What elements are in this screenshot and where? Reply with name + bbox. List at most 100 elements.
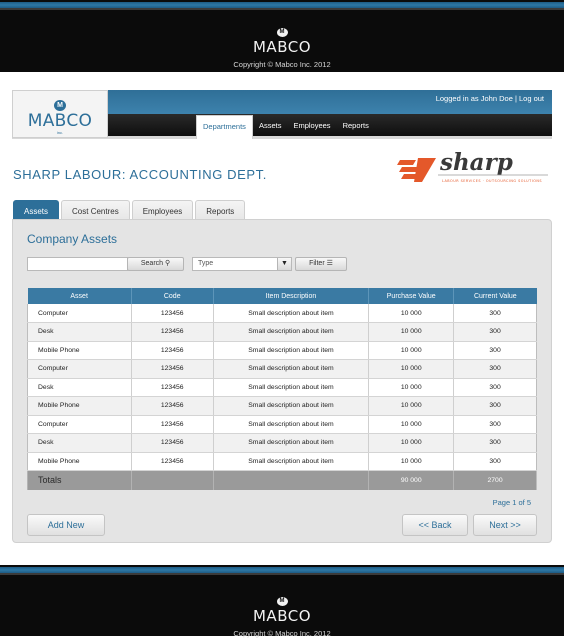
type-select-value: Type <box>198 260 214 267</box>
table-row[interactable]: Computer 123456 Small description about … <box>27 359 537 379</box>
column-header-asset[interactable]: Asset <box>27 288 132 304</box>
page-title: SHARP LABOUR: ACCOUNTING DEPT. <box>13 167 267 182</box>
cell-description: Small description about item <box>212 415 369 434</box>
sharp-brand-logo: sharp LABOUR SERVICES · OUTSOURCING SOLU… <box>397 149 548 183</box>
cell-description: Small description about item <box>212 378 369 397</box>
next-button[interactable]: Next >> <box>473 514 537 536</box>
cell-asset: Desk <box>27 322 132 342</box>
logo-text: MABCO <box>27 111 93 131</box>
table-row[interactable]: Desk 123456 Small description about item… <box>27 378 537 397</box>
mabco-badge-icon: M <box>276 597 288 606</box>
footer-logo: MABCO <box>252 38 311 56</box>
type-select[interactable]: Type ▼ <box>192 257 292 271</box>
totals-row: Totals 90 000 2700 <box>27 470 537 490</box>
cell-current-value: 300 <box>453 452 537 471</box>
cell-current-value: 300 <box>453 433 537 453</box>
totals-current-value: 2700 <box>453 470 537 490</box>
cell-description: Small description about item <box>212 433 369 453</box>
table-row[interactable]: Mobile Phone 123456 Small description ab… <box>27 341 537 360</box>
cell-current-value: 300 <box>453 322 537 342</box>
cell-description: Small description about item <box>212 359 369 379</box>
cell-code: 123456 <box>130 433 214 453</box>
app-header: M MABCO inc. Logged in as John Doe | Log… <box>12 90 552 140</box>
filter-button[interactable]: Filter ☰ <box>295 257 347 271</box>
cell-purchase-value: 10 000 <box>368 341 454 360</box>
cell-code: 123456 <box>130 396 214 416</box>
footer-logo: MABCO <box>252 607 311 625</box>
pagination-label: Page 1 of 5 <box>492 498 531 507</box>
cell-description: Small description about item <box>212 322 369 342</box>
table-row[interactable]: Computer 123456 Small description about … <box>27 415 537 434</box>
user-status[interactable]: Logged in as John Doe | Log out <box>436 94 544 103</box>
cell-current-value: 300 <box>453 359 537 379</box>
cell-asset: Mobile Phone <box>27 396 132 416</box>
chevron-down-icon[interactable]: ▼ <box>277 258 291 270</box>
cell-purchase-value: 10 000 <box>368 378 454 397</box>
cell-purchase-value: 10 000 <box>368 452 454 471</box>
table-row[interactable]: Desk 123456 Small description about item… <box>27 433 537 453</box>
totals-code <box>130 470 214 490</box>
cell-current-value: 300 <box>453 304 537 323</box>
add-new-button[interactable]: Add New <box>27 514 105 536</box>
cell-code: 123456 <box>130 322 214 342</box>
cell-current-value: 300 <box>453 341 537 360</box>
cell-description: Small description about item <box>212 304 369 323</box>
cell-asset: Computer <box>27 359 132 379</box>
search-button[interactable]: Search ⚲ <box>127 257 184 271</box>
table-row[interactable]: Mobile Phone 123456 Small description ab… <box>27 452 537 471</box>
cell-purchase-value: 10 000 <box>368 304 454 323</box>
search-input[interactable] <box>27 257 128 271</box>
footer-copyright: Copyright © Mabco Inc. 2012 <box>233 629 331 638</box>
cell-current-value: 300 <box>453 396 537 416</box>
panel-title: Company Assets <box>27 232 118 246</box>
search-button-label: Search <box>140 260 164 267</box>
cell-code: 123456 <box>130 341 214 360</box>
cell-purchase-value: 10 000 <box>368 322 454 342</box>
cell-code: 123456 <box>130 359 214 379</box>
cell-code: 123456 <box>130 304 214 323</box>
cell-asset: Mobile Phone <box>27 341 132 360</box>
nav-departments[interactable]: Departments <box>196 115 253 139</box>
cell-code: 123456 <box>130 452 214 471</box>
footer-stripe-line <box>0 573 564 575</box>
cell-asset: Computer <box>27 304 132 323</box>
cell-current-value: 300 <box>453 378 537 397</box>
list-icon: ☰ <box>326 260 333 267</box>
totals-label: Totals <box>27 470 132 490</box>
search-icon: ⚲ <box>165 260 171 267</box>
table-row[interactable]: Computer 123456 Small description about … <box>27 304 537 323</box>
cell-asset: Desk <box>27 433 132 453</box>
cell-asset: Desk <box>27 378 132 397</box>
totals-purchase-value: 90 000 <box>368 470 454 490</box>
tab-reports[interactable]: Reports <box>195 200 246 221</box>
cell-purchase-value: 10 000 <box>368 396 454 416</box>
table-row[interactable]: Desk 123456 Small description about item… <box>27 322 537 342</box>
nav-assets[interactable]: Assets <box>253 115 288 136</box>
column-header-code[interactable]: Code <box>130 288 214 304</box>
nav-reports[interactable]: Reports <box>337 115 375 136</box>
nav-employees[interactable]: Employees <box>287 115 336 136</box>
column-header-purchase-value[interactable]: Purchase Value <box>368 288 454 304</box>
brand-tagline: LABOUR SERVICES · OUTSOURCING SOLUTIONS <box>442 179 542 183</box>
mabco-logo[interactable]: M MABCO inc. <box>12 90 108 138</box>
tab-employees[interactable]: Employees <box>131 200 194 221</box>
main-nav: Departments Assets Employees Reports <box>196 115 375 139</box>
footer-copyright: Copyright © Mabco Inc. 2012 <box>233 60 331 69</box>
bottom-footer-bar: M MABCO Copyright © Mabco Inc. 2012 <box>0 565 564 638</box>
tab-cost-centres[interactable]: Cost Centres <box>61 200 130 221</box>
filter-button-label: Filter <box>309 260 325 267</box>
cell-description: Small description about item <box>212 341 369 360</box>
footer-stripe-line <box>0 8 564 10</box>
back-button[interactable]: << Back <box>402 514 468 536</box>
column-header-current-value[interactable]: Current Value <box>453 288 537 304</box>
table-row[interactable]: Mobile Phone 123456 Small description ab… <box>27 396 537 416</box>
cell-asset: Computer <box>27 415 132 434</box>
cell-description: Small description about item <box>212 396 369 416</box>
column-header-description[interactable]: Item Description <box>212 288 369 304</box>
totals-description <box>212 470 369 490</box>
cell-code: 123456 <box>130 415 214 434</box>
tab-assets[interactable]: Assets <box>13 200 60 221</box>
cell-description: Small description about item <box>212 452 369 471</box>
assets-panel: Company Assets Search ⚲ Type ▼ Filter ☰ … <box>12 219 552 543</box>
cell-asset: Mobile Phone <box>27 452 132 471</box>
